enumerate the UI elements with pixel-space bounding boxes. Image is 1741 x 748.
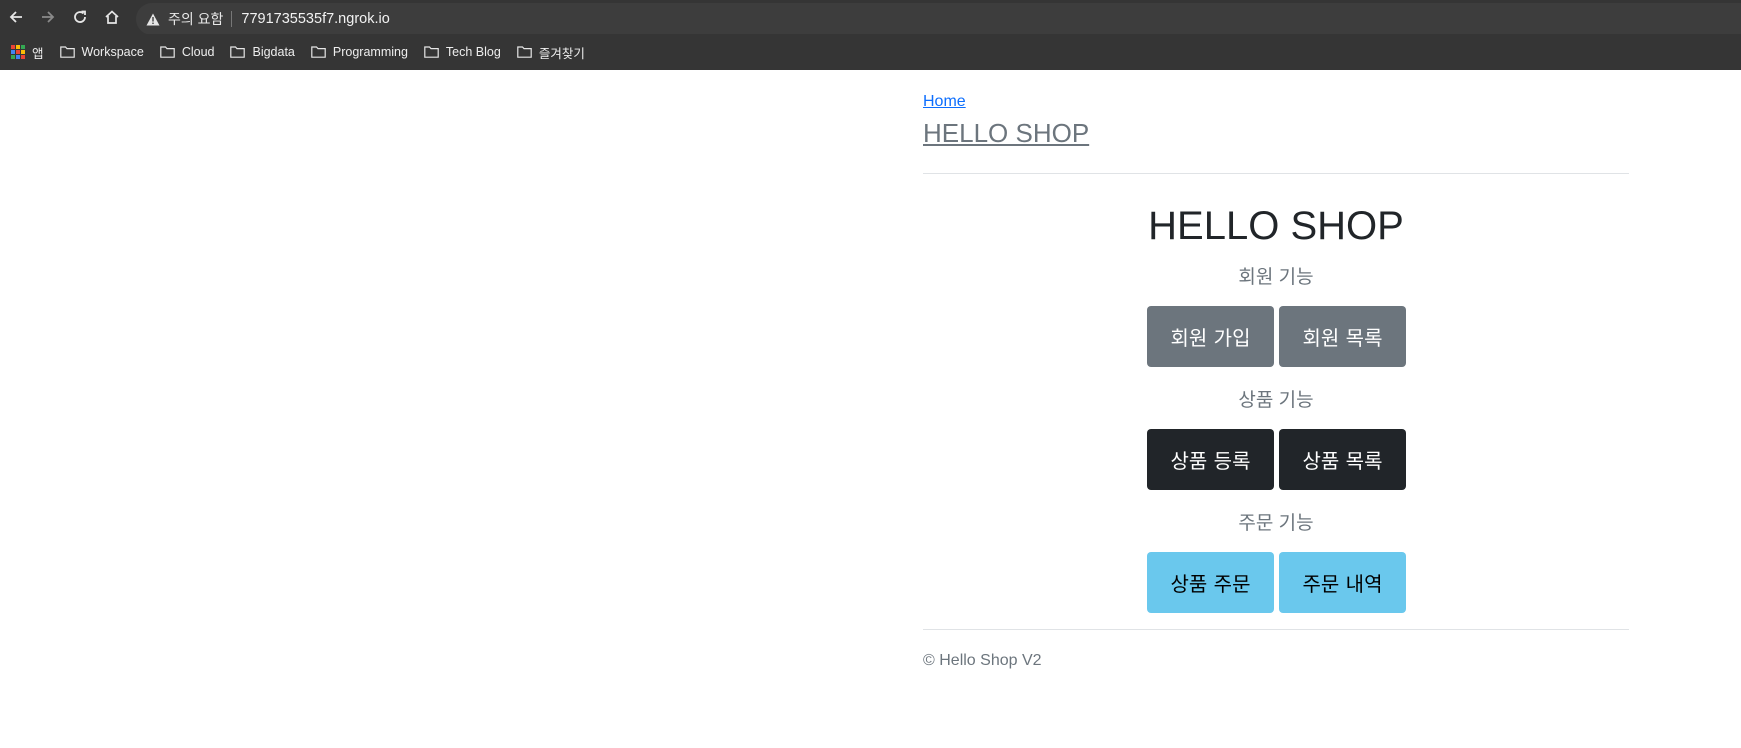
url-text[interactable]: 7791735535f7.ngrok.io — [241, 11, 389, 27]
item-button-group: 상품 등록 상품 목록 — [1147, 429, 1406, 490]
item-list-button[interactable]: 상품 목록 — [1279, 429, 1406, 490]
footer-divider — [923, 629, 1629, 630]
home-button[interactable] — [96, 0, 128, 34]
page-title: HELLO SHOP — [1148, 204, 1404, 248]
forward-button[interactable] — [32, 0, 64, 34]
bookmarks-bar: 앱 Workspace Cloud Bigdata Programming Te… — [0, 34, 1741, 70]
bookmark-folder-bigdata[interactable]: Bigdata — [230, 45, 295, 59]
arrow-right-icon — [42, 11, 55, 23]
member-button-group: 회원 가입 회원 목록 — [1147, 306, 1406, 367]
reload-button[interactable] — [64, 0, 96, 34]
address-bar[interactable]: 주의 요함 7791735535f7.ngrok.io — [136, 3, 1741, 35]
omnibox-separator — [231, 11, 233, 27]
back-button[interactable] — [0, 0, 32, 34]
order-create-button[interactable]: 상품 주문 — [1147, 552, 1274, 613]
bookmark-apps[interactable]: 앱 — [11, 43, 44, 62]
reload-icon — [74, 10, 86, 23]
item-register-button[interactable]: 상품 등록 — [1147, 429, 1274, 490]
bookmark-label: Cloud — [181, 45, 215, 59]
bookmark-label: Tech Blog — [445, 45, 501, 59]
bookmark-folder-tech-blog[interactable]: Tech Blog — [424, 45, 501, 59]
folder-icon — [59, 46, 75, 58]
member-join-button[interactable]: 회원 가입 — [1147, 306, 1274, 367]
brand-link[interactable]: HELLO SHOP — [923, 118, 1089, 149]
home-icon — [105, 10, 119, 24]
header-divider — [923, 173, 1629, 174]
footer-text: © Hello Shop V2 — [923, 652, 1042, 669]
item-section-label: 상품 기능 — [1238, 390, 1314, 411]
warning-icon — [146, 13, 160, 25]
order-history-button[interactable]: 주문 내역 — [1279, 552, 1406, 613]
member-list-button[interactable]: 회원 목록 — [1279, 306, 1406, 367]
bookmark-label: 즐겨찾기 — [538, 46, 585, 61]
folder-icon — [230, 46, 246, 58]
security-label[interactable]: 주의 요함 — [168, 9, 223, 29]
bookmark-label: Programming — [332, 45, 408, 59]
bookmark-folder-favorites[interactable]: 즐겨찾기 — [517, 43, 585, 62]
bookmark-folder-cloud[interactable]: Cloud — [160, 45, 215, 59]
home-link[interactable]: Home — [923, 93, 966, 111]
arrow-left-icon — [9, 11, 22, 23]
apps-grid-icon — [11, 45, 25, 59]
member-section-label: 회원 기능 — [1238, 267, 1314, 288]
folder-icon — [160, 46, 175, 58]
bookmark-label: Bigdata — [252, 45, 295, 59]
folder-icon — [424, 46, 439, 58]
bookmark-label: 앱 — [32, 46, 44, 61]
order-section-label: 주문 기능 — [1238, 513, 1314, 534]
folder-icon — [517, 46, 532, 58]
bookmark-label: Workspace — [81, 45, 144, 59]
folder-icon — [311, 46, 326, 58]
order-button-group: 상품 주문 주문 내역 — [1147, 552, 1406, 613]
bookmark-folder-programming[interactable]: Programming — [311, 45, 408, 59]
browser-toolbar: 주의 요함 7791735535f7.ngrok.io — [0, 0, 1741, 35]
bookmark-folder-workspace[interactable]: Workspace — [59, 45, 144, 59]
